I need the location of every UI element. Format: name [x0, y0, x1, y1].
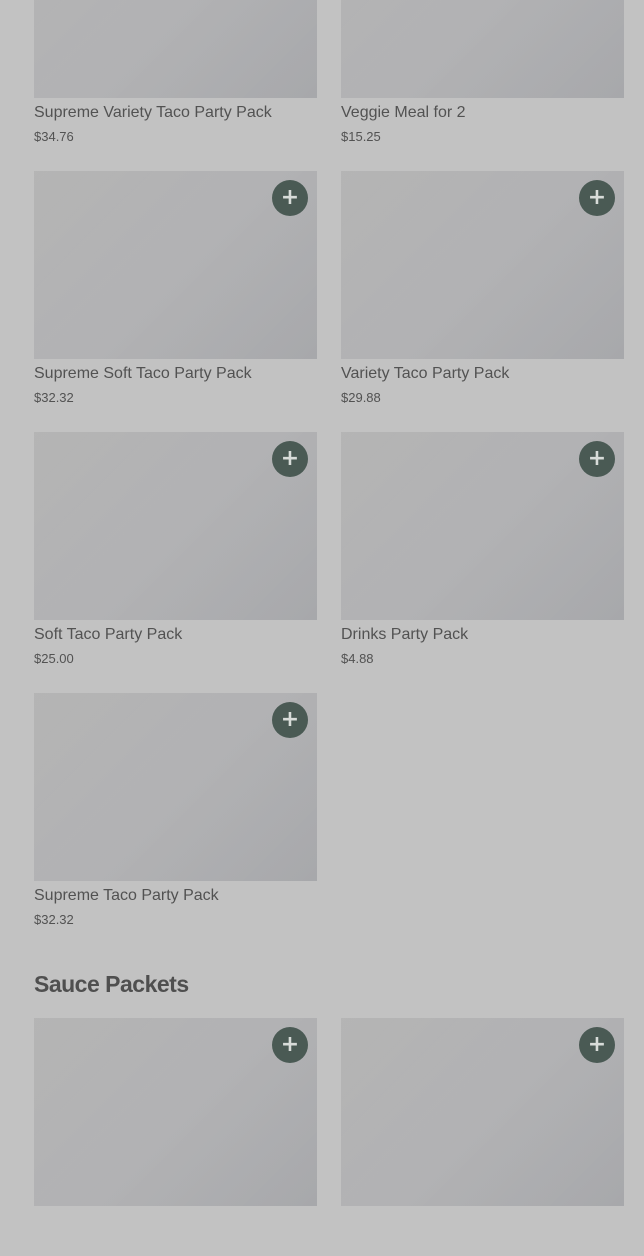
menu-item-title[interactable]: Variety Taco Party Pack: [341, 365, 509, 383]
menu-item-image[interactable]: [341, 0, 624, 98]
menu-item-price: $34.76: [34, 129, 74, 144]
add-to-cart-button[interactable]: +: [579, 180, 615, 216]
menu-item-title[interactable]: Soft Taco Party Pack: [34, 626, 182, 644]
plus-icon: +: [280, 185, 300, 210]
menu-item-card[interactable]: Supreme Variety Taco Party Pack $34.76: [34, 0, 317, 148]
menu-item-card[interactable]: Veggie Meal for 2 $15.25: [341, 0, 624, 148]
menu-item-price: $32.32: [34, 912, 74, 927]
plus-icon: +: [280, 1032, 300, 1057]
menu-item-card[interactable]: +: [341, 1018, 624, 1256]
add-to-cart-button[interactable]: +: [579, 1027, 615, 1063]
add-to-cart-button[interactable]: +: [272, 180, 308, 216]
menu-item-price: $32.32: [34, 390, 74, 405]
menu-item-price: $25.00: [34, 651, 74, 666]
menu-item-title[interactable]: Supreme Variety Taco Party Pack: [34, 104, 272, 122]
menu-item-card[interactable]: + Supreme Soft Taco Party Pack $32.32: [34, 171, 317, 409]
menu-item-title[interactable]: Supreme Taco Party Pack: [34, 887, 219, 905]
menu-item-title[interactable]: Drinks Party Pack: [341, 626, 468, 644]
plus-icon: +: [587, 446, 607, 471]
plus-icon: +: [587, 185, 607, 210]
add-to-cart-button[interactable]: +: [272, 441, 308, 477]
menu-item-card[interactable]: + Drinks Party Pack $4.88: [341, 432, 624, 670]
sauce-packet-grid: + +: [34, 1018, 624, 1256]
menu-item-image[interactable]: [34, 0, 317, 98]
add-to-cart-button[interactable]: +: [272, 1027, 308, 1063]
plus-icon: +: [587, 1032, 607, 1057]
menu-item-card[interactable]: + Variety Taco Party Pack $29.88: [341, 171, 624, 409]
add-to-cart-button[interactable]: +: [579, 441, 615, 477]
menu-item-title[interactable]: Veggie Meal for 2: [341, 104, 466, 122]
menu-item-title[interactable]: Supreme Soft Taco Party Pack: [34, 365, 252, 383]
plus-icon: +: [280, 707, 300, 732]
menu-item-card[interactable]: + Supreme Taco Party Pack $32.32: [34, 693, 317, 931]
menu-item-price: $15.25: [341, 129, 381, 144]
menu-item-card[interactable]: +: [34, 1018, 317, 1256]
menu-item-price: $29.88: [341, 390, 381, 405]
menu-item-card[interactable]: + Soft Taco Party Pack $25.00: [34, 432, 317, 670]
menu-page: Supreme Variety Taco Party Pack $34.76 V…: [0, 0, 644, 1206]
party-pack-grid: Supreme Variety Taco Party Pack $34.76 V…: [34, 0, 624, 931]
menu-item-price: $4.88: [341, 651, 374, 666]
add-to-cart-button[interactable]: +: [272, 702, 308, 738]
section-heading-sauce-packets: Sauce Packets: [34, 971, 189, 997]
plus-icon: +: [280, 446, 300, 471]
